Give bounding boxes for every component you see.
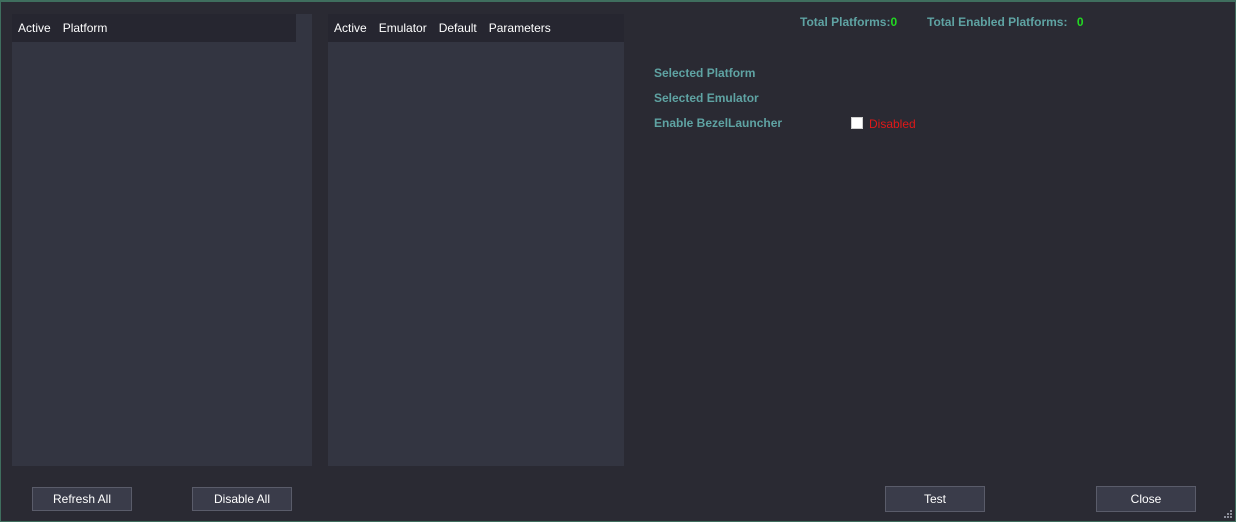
column-header-platform[interactable]: Platform (57, 21, 114, 35)
emulators-grid-header: Active Emulator Default Parameters (328, 14, 624, 42)
total-enabled-platforms-stat: Total Enabled Platforms: 0 (927, 15, 1084, 29)
column-header-default[interactable]: Default (433, 21, 483, 35)
emulators-grid[interactable]: Active Emulator Default Parameters (328, 14, 624, 466)
enable-bezel-checkbox[interactable] (851, 117, 863, 129)
total-enabled-label: Total Enabled Platforms: (927, 15, 1068, 29)
bezel-status-text: Disabled (869, 117, 916, 131)
disable-all-button[interactable]: Disable All (192, 487, 292, 511)
refresh-all-button[interactable]: Refresh All (32, 487, 132, 511)
column-header-parameters[interactable]: Parameters (483, 21, 557, 35)
total-enabled-value: 0 (1076, 15, 1084, 29)
column-header-emulator[interactable]: Emulator (373, 21, 433, 35)
selected-platform-label: Selected Platform (654, 66, 756, 80)
platforms-grid-header: Active Platform (12, 14, 296, 42)
enable-bezel-label: Enable BezelLauncher (654, 116, 783, 130)
bezel-launcher-window: Active Platform Active Emulator Default … (0, 0, 1236, 522)
test-button[interactable]: Test (885, 486, 985, 512)
platforms-grid-scrollbar-area (296, 14, 312, 42)
selected-emulator-label: Selected Emulator (654, 91, 759, 105)
total-platforms-value: 0 (890, 15, 898, 29)
platforms-grid[interactable]: Active Platform (12, 14, 312, 466)
column-header-active[interactable]: Active (12, 21, 57, 35)
total-platforms-stat: Total Platforms:0 (800, 15, 897, 29)
resize-grip-icon[interactable] (1222, 508, 1232, 518)
total-platforms-label: Total Platforms: (800, 15, 891, 29)
close-button[interactable]: Close (1096, 486, 1196, 512)
column-header-active[interactable]: Active (328, 21, 373, 35)
